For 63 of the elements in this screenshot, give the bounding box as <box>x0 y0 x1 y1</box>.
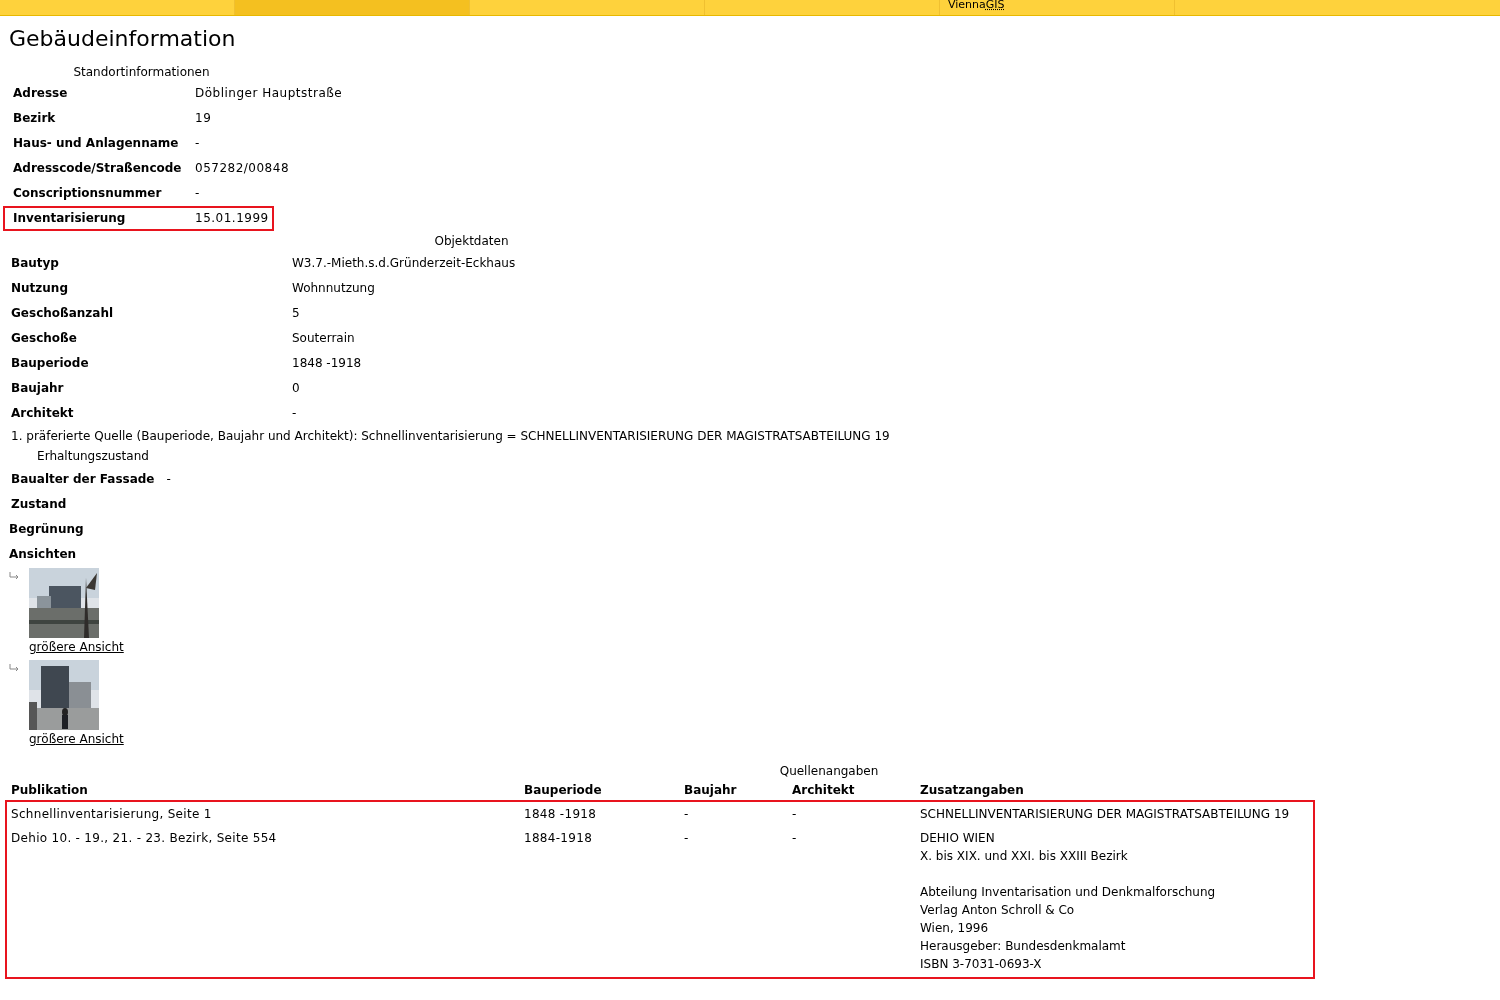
field-value: W3.7.-Mieth.s.d.Gründerzeit-Eckhaus <box>292 254 516 272</box>
field-value: - <box>292 404 297 422</box>
table-cell-text: - <box>792 806 797 823</box>
column-header: Architekt <box>792 782 855 799</box>
table-cell-text: SCHNELLINVENTARISIERUNG DER MAGISTRATSABTEILUNG 19 <box>920 806 1290 823</box>
table-cell-text: - <box>792 830 797 847</box>
table-cell-text: Herausgeber: Bundesdenkmalamt <box>920 938 1126 955</box>
field-label: Bauperiode <box>11 354 90 372</box>
nav-tab[interactable] <box>235 0 470 15</box>
field-value: 5 <box>292 304 300 322</box>
field-value: - <box>195 185 200 202</box>
table-cell-text: Abteilung Inventarisation und Denkmalforschung <box>920 884 1216 901</box>
section-caption: Erhaltungszustand <box>36 448 150 465</box>
field-value: 15.01.1999 <box>195 210 269 227</box>
section-heading: Ansichten <box>9 546 77 563</box>
section-caption: Quellenangaben <box>779 763 879 780</box>
field-value: Souterrain <box>292 329 355 347</box>
table-cell-text: 1848 -1918 <box>524 806 597 823</box>
section-caption: Objektdaten <box>433 233 510 250</box>
larger-view-link[interactable]: größere Ansicht <box>29 730 124 748</box>
table-cell-text: Wien, 1996 <box>920 920 989 937</box>
field-value: 1848 -1918 <box>292 354 362 372</box>
field-value: - <box>166 470 171 488</box>
field-label: Inventarisierung <box>13 210 127 227</box>
larger-view-link[interactable]: größere Ansicht <box>29 638 124 656</box>
field-label: Baualter der Fassade <box>11 470 155 488</box>
field-value: - <box>195 135 200 152</box>
table-cell-text: - <box>684 830 689 847</box>
field-label: Adresse <box>13 85 69 102</box>
field-label: Adresscode/Straßencode <box>13 160 183 177</box>
return-arrow-icon <box>9 664 20 672</box>
table-cell-text: Verlag Anton Schroll & Co <box>920 902 1075 919</box>
field-value: 057282/00848 <box>195 160 290 177</box>
field-value: Döblinger Hauptstraße <box>195 85 343 102</box>
table-cell-text: Schnellinventarisierung, Seite 1 <box>11 806 212 823</box>
field-label: Geschoßanzahl <box>11 304 115 322</box>
field-value: 19 <box>195 110 212 127</box>
page-title: Gebäudeinformation <box>9 25 237 53</box>
table-cell-text: ISBN 3-7031-0693-X <box>920 956 1042 973</box>
table-cell-text: X. bis XIX. und XXI. bis XXIII Bezirk <box>920 848 1128 865</box>
field-label: Geschoße <box>11 329 78 347</box>
table-cell-text: 1884-1918 <box>524 830 593 847</box>
source-note: 1. präferierte Quelle (Bauperiode, Baujahr und Architekt): Schnellinventarisierung = SCHNELLINVENTARISIERUNG DER MAGISTRATSABTEILUNG 19 <box>10 428 891 445</box>
field-label: Nutzung <box>11 279 69 297</box>
field-value: Wohnnutzung <box>292 279 375 297</box>
field-label: Baujahr <box>11 379 65 397</box>
return-arrow-icon <box>9 572 20 580</box>
field-label: Haus- und Anlagenname <box>13 135 180 152</box>
field-label: Bautyp <box>11 254 60 272</box>
field-label: Bezirk <box>13 110 57 127</box>
section-caption: Standortinformationen <box>72 64 211 81</box>
field-label: Architekt <box>11 404 75 422</box>
column-header: Bauperiode <box>524 782 602 799</box>
column-header: Publikation <box>11 782 88 799</box>
column-header: Zusatzangaben <box>920 782 1024 799</box>
table-cell-text: DEHIO WIEN <box>920 830 995 847</box>
field-value: 0 <box>292 379 300 397</box>
table-cell-text: Dehio 10. - 19., 21. - 23. Bezirk, Seite 554 <box>11 830 277 847</box>
column-header: Baujahr <box>684 782 737 799</box>
field-label: Begrünung <box>9 520 84 538</box>
field-label: Zustand <box>11 495 67 513</box>
field-label: Conscriptionsnummer <box>13 185 163 202</box>
table-cell-text: - <box>684 806 689 823</box>
